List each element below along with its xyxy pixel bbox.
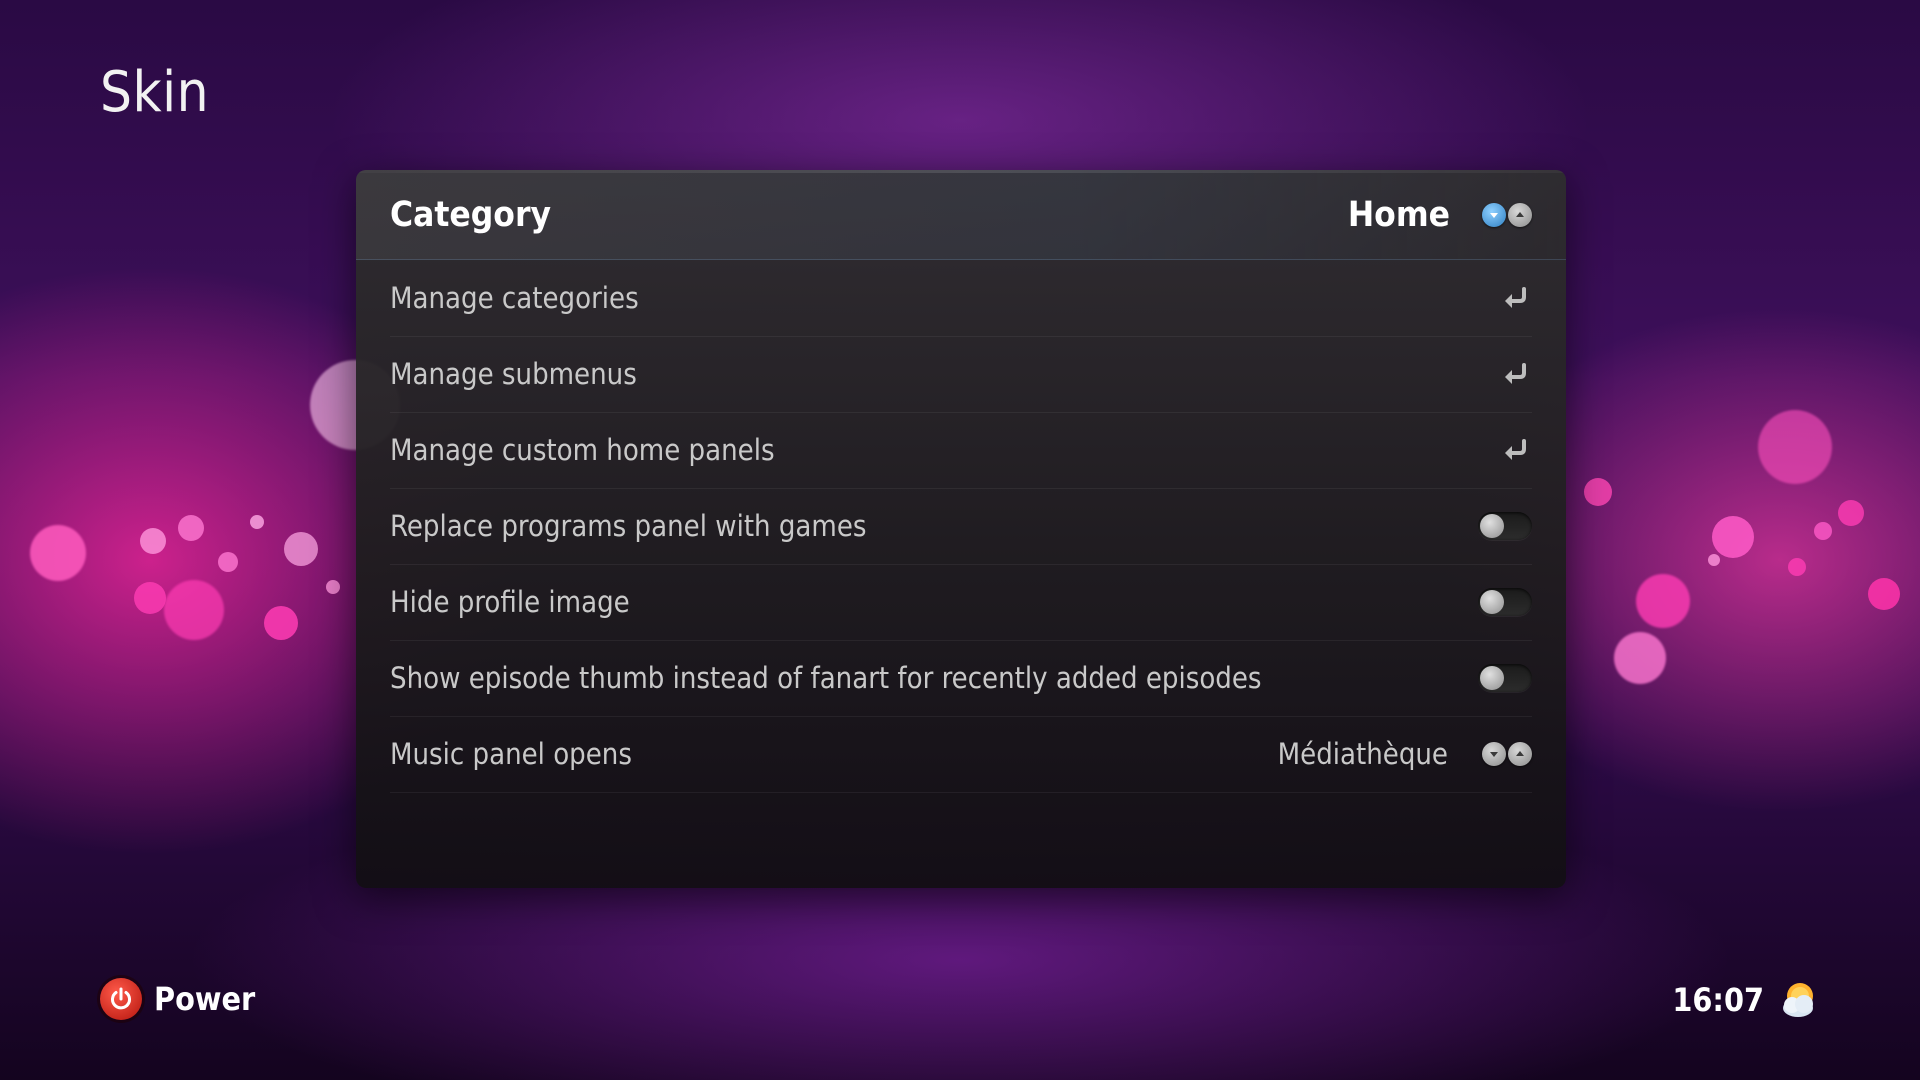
setting-label: Manage submenus — [390, 357, 637, 391]
setting-manage-categories[interactable]: Manage categories — [390, 260, 1532, 337]
setting-category-label: Category — [390, 194, 552, 235]
music-panel-spinner[interactable] — [1482, 742, 1532, 766]
screen-title: Skin — [100, 60, 210, 125]
enter-arrow-icon — [1505, 439, 1526, 460]
setting-manage-submenus[interactable]: Manage submenus — [390, 336, 1532, 413]
enter-arrow-icon — [1505, 287, 1526, 308]
clock-time: 16:07 — [1672, 981, 1764, 1019]
setting-label: Manage custom home panels — [390, 433, 775, 467]
setting-category[interactable]: Category Home — [356, 170, 1566, 260]
setting-show-episode-thumb[interactable]: Show episode thumb instead of fanart for… — [390, 640, 1532, 717]
chevron-up-icon[interactable] — [1508, 202, 1532, 227]
toggle-knob — [1480, 514, 1504, 538]
toggle-switch[interactable] — [1478, 664, 1532, 692]
setting-category-value: Home — [1347, 194, 1450, 235]
enter-arrow-icon — [1505, 363, 1526, 384]
power-icon — [100, 978, 142, 1020]
settings-panel: Category Home Manage categories Manage s… — [356, 170, 1566, 888]
setting-label: Manage categories — [390, 281, 639, 315]
chevron-down-icon[interactable] — [1482, 742, 1506, 766]
chevron-down-icon[interactable] — [1482, 202, 1506, 227]
setting-manage-custom-home-panels[interactable]: Manage custom home panels — [390, 412, 1532, 489]
setting-music-panel-opens[interactable]: Music panel opens Médiathèque — [390, 716, 1532, 793]
setting-value: Médiathèque — [1277, 737, 1448, 771]
setting-label: Show episode thumb instead of fanart for… — [390, 661, 1262, 695]
setting-hide-profile-image[interactable]: Hide profile image — [390, 564, 1532, 641]
clock: 16:07 — [1672, 978, 1820, 1022]
chevron-up-icon[interactable] — [1508, 742, 1532, 766]
setting-label: Hide profile image — [390, 585, 630, 619]
toggle-knob — [1480, 666, 1504, 690]
setting-label: Replace programs panel with games — [390, 509, 867, 543]
partly-cloudy-icon — [1783, 983, 1813, 1017]
setting-replace-programs-panel[interactable]: Replace programs panel with games — [390, 488, 1532, 565]
power-label: Power — [154, 980, 256, 1018]
toggle-knob — [1480, 590, 1504, 614]
category-spinner[interactable] — [1482, 202, 1532, 227]
power-button[interactable]: Power — [100, 978, 255, 1020]
setting-label: Music panel opens — [390, 737, 632, 771]
toggle-switch[interactable] — [1478, 512, 1532, 540]
toggle-switch[interactable] — [1478, 588, 1532, 616]
